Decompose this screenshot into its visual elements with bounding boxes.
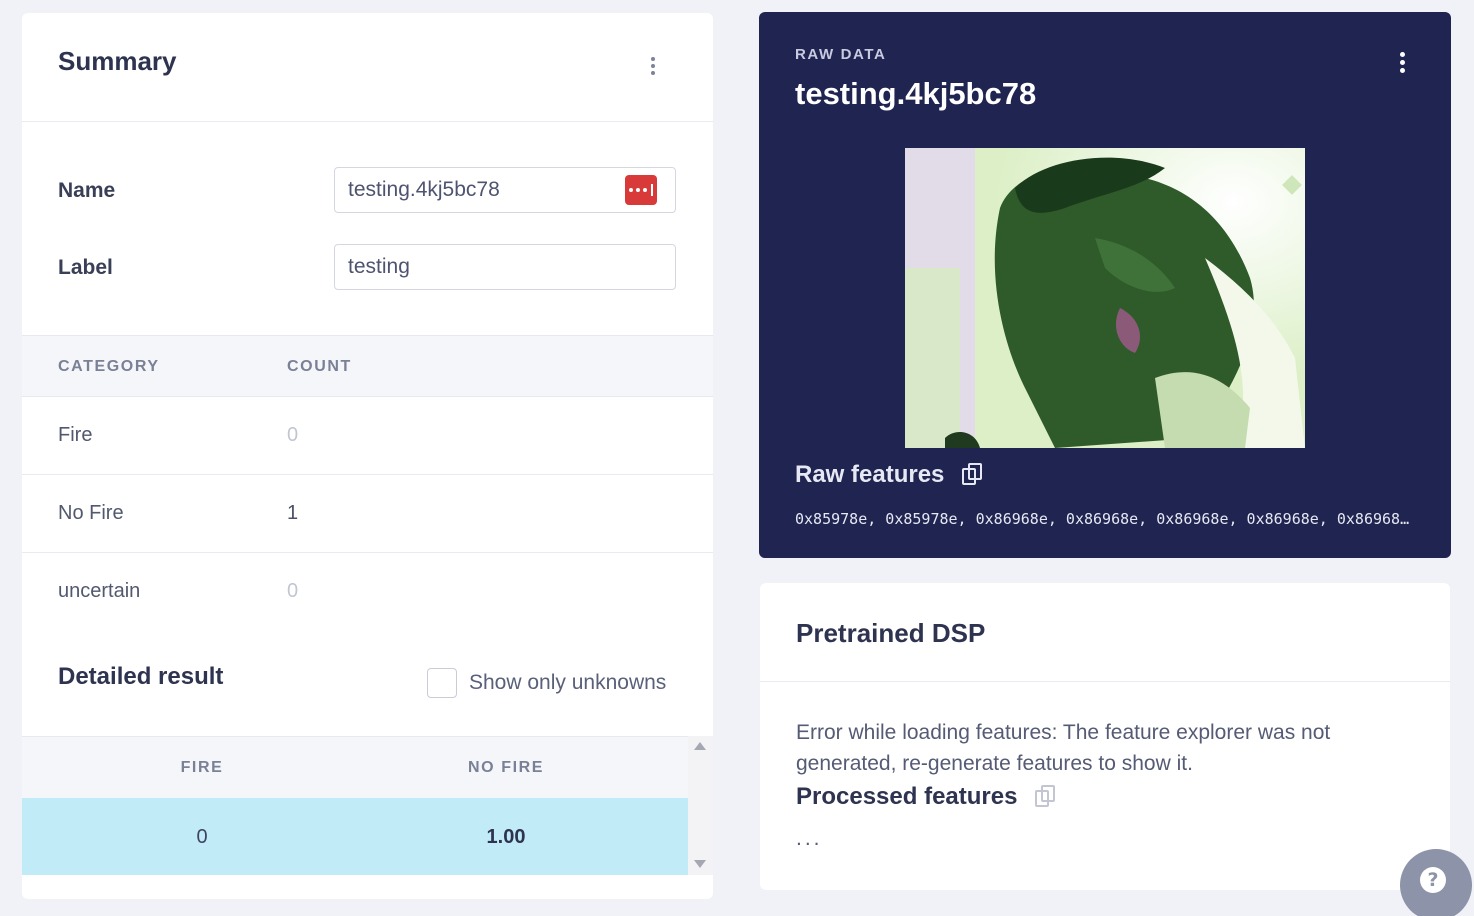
label-row: Label [58,244,676,290]
column-header-category: CATEGORY [58,358,160,375]
copy-icon[interactable] [962,463,984,487]
raw-data-eyebrow: RAW DATA [795,46,887,63]
table-row: No Fire 1 [22,475,713,553]
category-name: Fire [58,424,93,446]
show-unknowns-toggle[interactable]: Show only unknowns [427,667,666,699]
column-header-count: COUNT [287,358,352,375]
processed-features-title: Processed features [796,783,1018,810]
result-no-fire-value: 1.00 [486,826,526,848]
table-row[interactable]: 0 1.00 [22,798,688,875]
password-manager-icon[interactable] [625,175,657,205]
result-table-header: FIRE NO FIRE [22,736,688,798]
dsp-title: Pretrained DSP [796,618,986,648]
summary-header: Summary [22,13,713,122]
raw-features-heading: Raw features [795,461,984,489]
table-row: Fire 0 [22,397,713,475]
sample-image [905,148,1305,448]
raw-features-title: Raw features [795,461,945,488]
detailed-result-table: FIRE NO FIRE 0 1.00 [22,736,688,875]
column-header-fire: FIRE [180,759,224,776]
sample-image-graphic [905,148,1305,448]
help-button[interactable]: ? [1400,849,1472,916]
raw-data-menu-icon[interactable] [1392,50,1412,74]
scroll-down-icon[interactable] [694,860,706,868]
category-table-header: CATEGORY COUNT [22,335,713,397]
name-row: Name [58,167,676,213]
summary-title: Summary [58,46,177,76]
help-question-icon: ? [1420,867,1446,893]
summary-menu-icon[interactable] [643,54,663,78]
pretrained-dsp-card: Pretrained DSP Error while loading featu… [760,583,1450,890]
detailed-result-title: Detailed result [58,663,224,690]
raw-data-title: testing.4kj5bc78 [795,76,1037,111]
show-unknowns-label[interactable]: Show only unknowns [469,671,666,695]
summary-card: Summary Name Label CATEGORY COUNT Fire 0… [22,13,713,899]
dsp-error-message: Error while loading features: The featur… [796,721,1331,775]
scroll-up-icon[interactable] [694,742,706,750]
name-label: Name [58,179,116,202]
raw-data-card: RAW DATA testing.4kj5bc78 Raw features 0… [759,12,1451,558]
category-count: 0 [287,424,299,446]
result-scrollbar[interactable] [688,736,713,875]
show-unknowns-checkbox[interactable] [427,668,457,698]
table-row: uncertain 0 [22,553,713,631]
raw-features-values: 0x85978e, 0x85978e, 0x86968e, 0x86968e, … [795,510,1415,528]
result-fire-value: 0 [196,826,208,848]
category-count: 1 [287,502,299,524]
column-header-no-fire: NO FIRE [467,759,545,776]
label-input[interactable] [334,244,676,290]
label-label: Label [58,256,113,279]
category-name: uncertain [58,580,141,602]
processed-features-values: ... [796,827,823,850]
dsp-header: Pretrained DSP [760,583,1450,682]
category-table: CATEGORY COUNT Fire 0 No Fire 1 uncertai… [22,335,713,631]
processed-features-heading: Processed features [796,783,1057,811]
category-count: 0 [287,580,299,602]
category-name: No Fire [58,502,124,524]
copy-icon[interactable] [1035,785,1057,809]
